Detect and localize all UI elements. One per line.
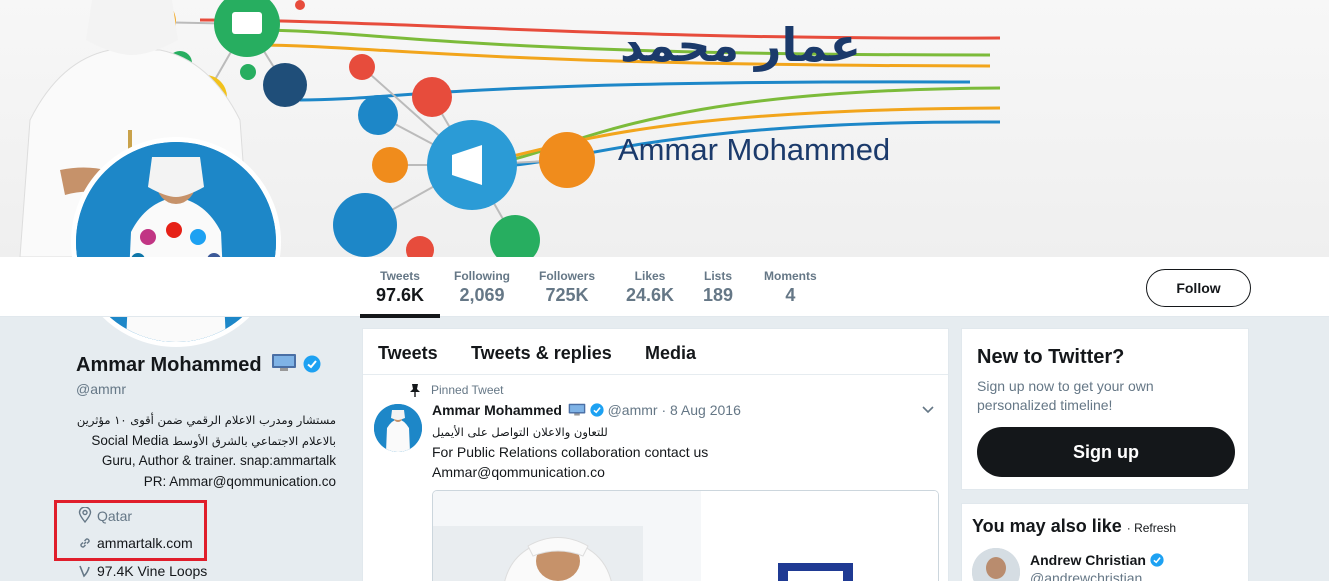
tweet-author-handle[interactable]: @ammr <box>608 402 658 418</box>
stat-value: 97.6K <box>376 285 425 305</box>
stat-likes[interactable]: Likes 24.6K <box>626 269 674 306</box>
tweet-date[interactable]: · 8 Aug 2016 <box>661 402 740 418</box>
tab-tweets-replies[interactable]: Tweets & replies <box>471 343 612 364</box>
suggested-user-handle[interactable]: @andrewchristian <box>1030 570 1142 581</box>
signup-text: Sign up now to get your own personalized… <box>977 378 1154 413</box>
tweet-line: للتعاون والاعلان التواصل على الأيميل <box>432 425 608 439</box>
who-to-follow-card: You may also like · Refresh Andrew Chris… <box>961 503 1249 581</box>
bio-text: Social Media <box>91 432 169 448</box>
computer-emoji-icon <box>568 403 586 416</box>
banner-english-name: Ammar Mohammed <box>618 132 891 167</box>
timeline: Tweets Tweets & replies Media Pinned Twe… <box>362 328 949 581</box>
wtf-header: You may also like · Refresh <box>972 516 1176 537</box>
stat-tweets[interactable]: Tweets 97.6K <box>359 269 441 318</box>
banner-arabic-name: عمار محمد <box>620 18 862 72</box>
bio-line: PR: Ammar@qommunication.co <box>143 473 336 489</box>
profile-name[interactable]: Ammar Mohammed <box>76 353 321 377</box>
signup-card: New to Twitter? Sign up now to get your … <box>961 328 1249 490</box>
pinned-tweet-label: Pinned Tweet <box>431 383 504 397</box>
tweet-media-photo <box>433 491 938 581</box>
profile-name-text: Ammar Mohammed <box>76 354 262 376</box>
refresh-link[interactable]: · Refresh <box>1127 521 1176 535</box>
signup-button[interactable]: Sign up <box>977 427 1235 477</box>
stat-value: 189 <box>703 285 734 305</box>
annotation-highlight-box <box>54 500 207 561</box>
bio-line: مستشار ومدرب الاعلام الرقمي ضمن أقوى ١٠ … <box>76 413 336 427</box>
stat-moments[interactable]: Moments 4 <box>764 269 817 306</box>
suggested-user-name-text: Andrew Christian <box>1030 552 1146 568</box>
bio-line: Social Media بالاعلام الاجتماعي بالشرق ا… <box>60 431 336 452</box>
stat-label: Likes <box>634 269 666 283</box>
stat-followers[interactable]: Followers 725K <box>539 269 595 306</box>
tweet-line: For Public Relations collaboration conta… <box>432 444 709 460</box>
stat-label: Moments <box>764 269 817 283</box>
vine-loops-text: 97.4K Vine Loops <box>97 563 208 579</box>
stat-lists[interactable]: Lists 189 <box>703 269 733 306</box>
tab-media[interactable]: Media <box>645 343 696 364</box>
tweet-avatar-photo <box>374 404 422 452</box>
tweet-media-image[interactable] <box>432 490 939 581</box>
profile-vine-loops: 97.4K Vine Loops <box>78 563 207 579</box>
computer-emoji-icon <box>272 354 297 371</box>
timeline-tabs: Tweets Tweets & replies Media <box>363 329 948 375</box>
pin-icon <box>410 384 420 397</box>
bio-line: Guru, Author & trainer. snap:ammartalk <box>101 453 336 468</box>
tab-tweets[interactable]: Tweets <box>378 343 438 364</box>
tweet-line: Ammar@qommunication.co <box>432 464 605 480</box>
tweet-text: للتعاون والاعلان التواصل على الأيميل For… <box>432 422 932 482</box>
follow-button[interactable]: Follow <box>1146 269 1251 307</box>
stat-label: Tweets <box>380 269 420 283</box>
verified-badge-icon <box>590 403 604 417</box>
stat-label: Lists <box>704 269 733 283</box>
verified-badge-icon <box>1150 553 1164 567</box>
profile-handle[interactable]: @ammr <box>76 381 126 397</box>
tweet-author-name[interactable]: Ammar Mohammed <box>432 402 562 418</box>
tweet-header: Ammar Mohammed @ammr · 8 Aug 2016 <box>432 402 741 418</box>
stat-label: Followers <box>539 269 596 283</box>
signup-title: New to Twitter? <box>977 346 1125 368</box>
chevron-down-icon[interactable] <box>921 405 935 415</box>
suggested-user-name[interactable]: Andrew Christian <box>1030 552 1164 568</box>
stat-value: 24.6K <box>626 285 675 305</box>
suggested-user-avatar[interactable] <box>972 548 1020 581</box>
stat-following[interactable]: Following 2,069 <box>454 269 510 306</box>
profile-bio: مستشار ومدرب الاعلام الرقمي ضمن أقوى ١٠ … <box>60 410 336 492</box>
stat-value: 4 <box>785 285 796 305</box>
stat-value: 2,069 <box>459 285 505 305</box>
verified-badge-icon <box>303 355 321 373</box>
profile-nav: Tweets 97.6K Following 2,069 Followers 7… <box>0 257 1329 318</box>
stat-value: 725K <box>545 285 589 305</box>
suggested-user-photo <box>972 548 1020 581</box>
tweet-author-avatar[interactable] <box>374 404 422 452</box>
vine-icon <box>79 565 90 578</box>
bio-text: بالاعلام الاجتماعي بالشرق الأوسط <box>172 433 336 448</box>
wtf-title: You may also like <box>972 516 1122 536</box>
stat-label: Following <box>454 269 510 283</box>
